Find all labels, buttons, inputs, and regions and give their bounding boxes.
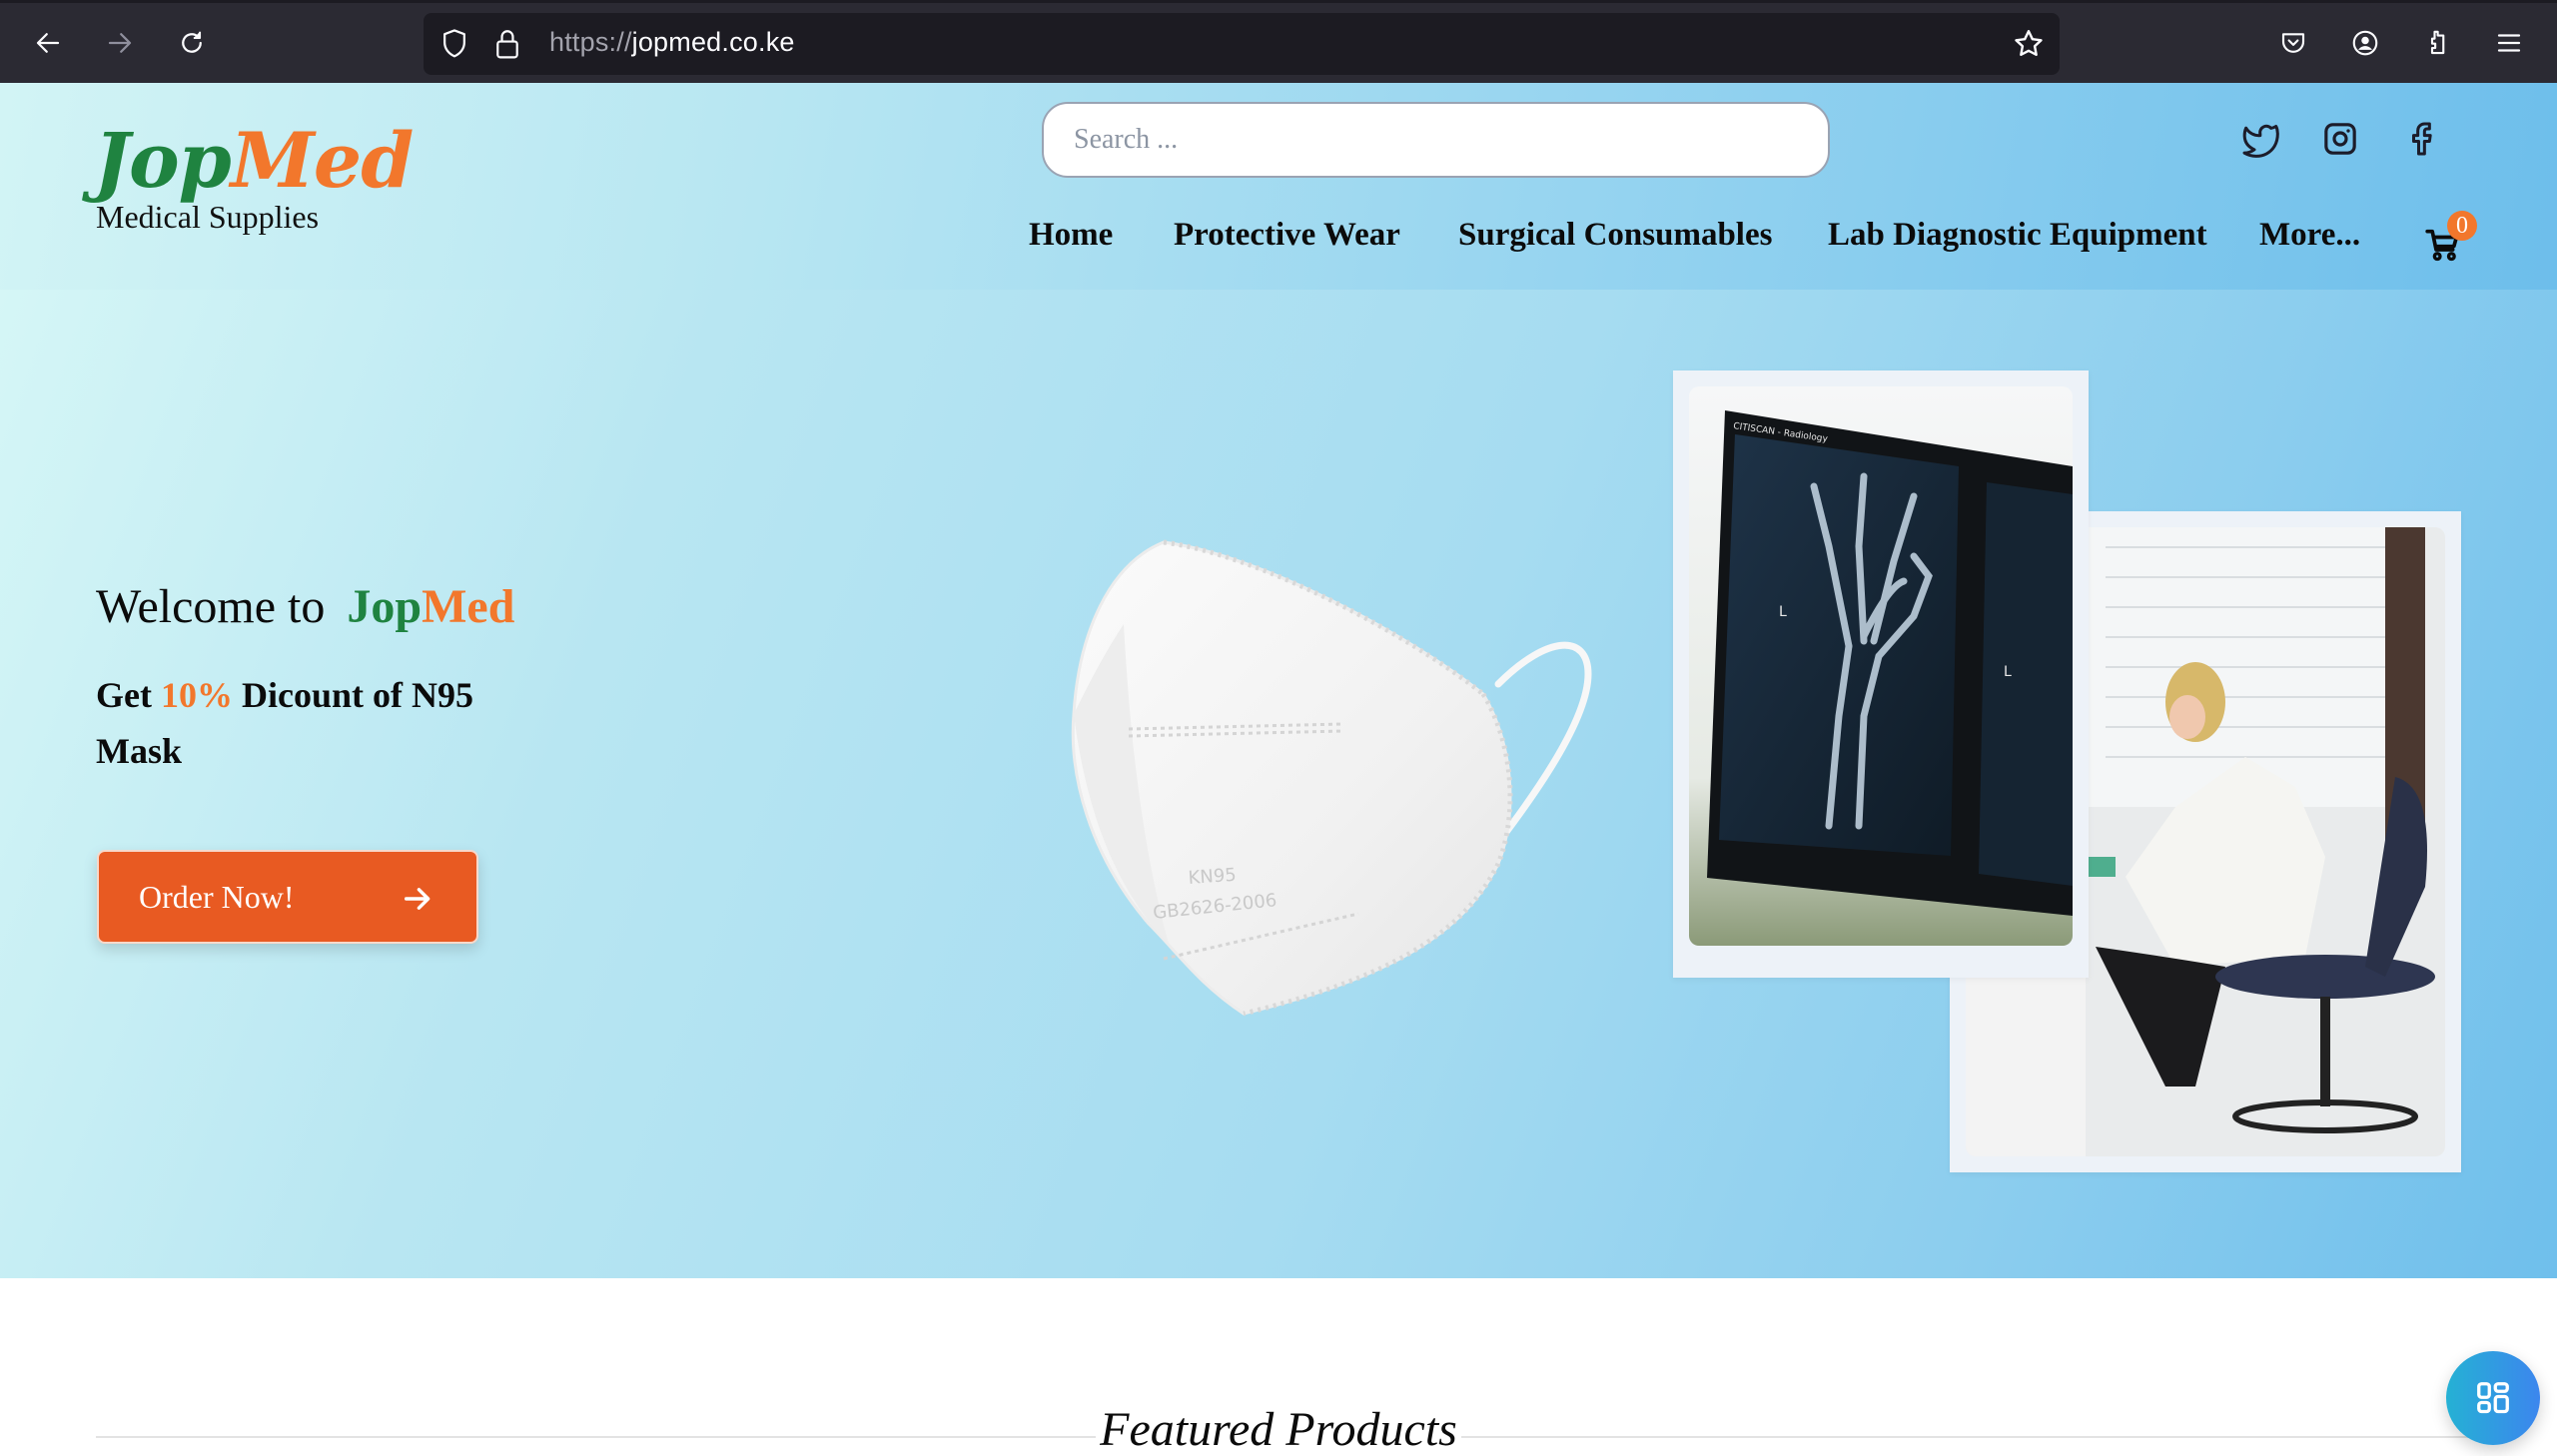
x-ray-marker-left: L xyxy=(1779,604,1787,620)
twitter-link[interactable] xyxy=(2237,117,2281,161)
address-bar[interactable]: https://jopmed.co.ke xyxy=(424,13,2060,75)
back-icon xyxy=(36,33,60,53)
welcome-prefix: Welcome to xyxy=(96,580,326,633)
promo-percent: 10% xyxy=(160,675,233,715)
extensions-button[interactable] xyxy=(2419,25,2455,61)
welcome-brand: JopMed xyxy=(347,580,514,633)
hero-welcome-heading: Welcome to JopMed xyxy=(96,579,514,634)
facebook-icon xyxy=(2412,122,2432,156)
pocket-button[interactable] xyxy=(2275,25,2311,61)
account-button[interactable] xyxy=(2347,25,2383,61)
featured-products-title: Featured Products xyxy=(1096,1403,1461,1456)
lock-icon[interactable] xyxy=(493,27,521,61)
quick-menu-button[interactable] xyxy=(2446,1351,2540,1445)
cart-count-badge: 0 xyxy=(2447,211,2477,241)
facebook-link[interactable] xyxy=(2399,117,2443,161)
nav-home[interactable]: Home xyxy=(1029,217,1113,254)
bookmark-star-icon[interactable] xyxy=(2012,27,2046,61)
logo-jop: Jop xyxy=(94,116,232,205)
x-ray-marker-right: L xyxy=(2004,664,2012,680)
site-header: JopMed Medical Supplies Home Protective … xyxy=(0,83,2557,290)
logo-wordmark: JopMed xyxy=(94,121,414,201)
reload-icon xyxy=(182,31,202,53)
browser-toolbar: https://jopmed.co.ke xyxy=(0,0,2557,83)
instagram-link[interactable] xyxy=(2318,117,2362,161)
nav-protective-wear[interactable]: Protective Wear xyxy=(1174,217,1400,254)
order-now-label: Order Now! xyxy=(139,879,295,915)
welcome-brand-jop: Jop xyxy=(347,580,423,633)
logo-med: Med xyxy=(230,116,415,205)
menu-icon xyxy=(2497,34,2521,52)
account-icon xyxy=(2352,30,2378,56)
url-text[interactable]: https://jopmed.co.ke xyxy=(549,27,795,58)
cart-button[interactable]: 0 xyxy=(2417,211,2477,271)
promo-get: Get xyxy=(96,675,152,715)
mask-print-kn95: KN95 xyxy=(1188,865,1238,889)
grid-apps-icon xyxy=(2477,1382,2509,1414)
n95-mask-image: KN95 GB2626-2006 xyxy=(1071,539,1592,1017)
pocket-icon xyxy=(2281,33,2305,53)
shield-icon[interactable] xyxy=(439,28,469,60)
logo[interactable]: JopMed Medical Supplies xyxy=(94,121,414,236)
nav-lab-diagnostic-equipment[interactable]: Lab Diagnostic Equipment xyxy=(1828,217,2207,254)
forward-icon xyxy=(108,33,132,53)
welcome-brand-med: Med xyxy=(422,580,515,633)
hero-section: Welcome to JopMed Get 10% Dicount of N95… xyxy=(0,290,2557,1278)
twitter-icon xyxy=(2242,124,2279,158)
back-button[interactable] xyxy=(30,25,66,61)
x-ray-image-frame: CITISCAN - Radiology L L xyxy=(1673,370,2089,978)
x-ray-image: CITISCAN - Radiology L L xyxy=(1689,386,2073,946)
url-host: jopmed.co.ke xyxy=(631,27,795,57)
nav-surgical-consumables[interactable]: Surgical Consumables xyxy=(1458,217,1772,254)
instagram-icon xyxy=(2324,123,2356,155)
featured-products-heading: Featured Products xyxy=(0,1402,2557,1456)
reload-button[interactable] xyxy=(174,25,210,61)
app-menu-button[interactable] xyxy=(2491,25,2527,61)
url-scheme: https:// xyxy=(549,27,632,57)
extensions-icon xyxy=(2430,30,2445,55)
nav-more[interactable]: More... xyxy=(2259,217,2360,254)
arrow-right-icon xyxy=(404,888,430,910)
forward-button[interactable] xyxy=(102,25,138,61)
x-ray-illustration: CITISCAN - Radiology L L xyxy=(1689,386,2073,946)
hero-promo-text: Get 10% Dicount of N95 Mask xyxy=(96,667,475,779)
order-now-button[interactable]: Order Now! xyxy=(97,850,478,944)
search-input[interactable] xyxy=(1042,102,1830,178)
promo-rest: Dicount of N95 Mask xyxy=(96,675,473,771)
